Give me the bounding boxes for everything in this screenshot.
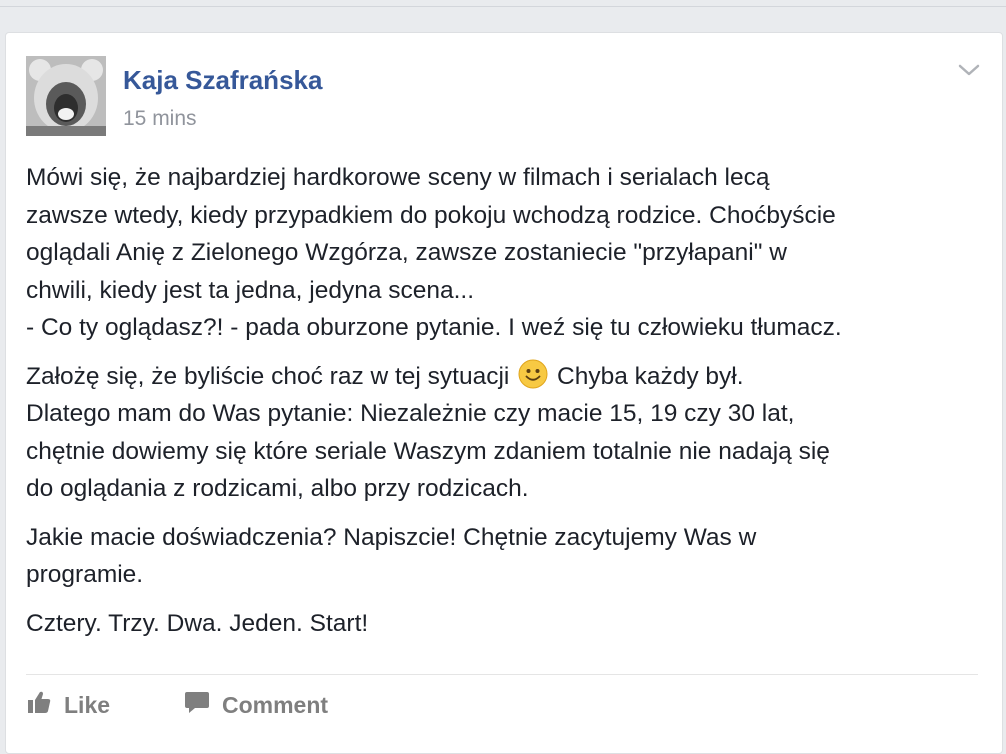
like-button[interactable]: Like <box>26 685 110 725</box>
chevron-down-icon[interactable] <box>956 59 982 81</box>
post-line: oglądali Anię z Zielonego Wzgórza, zawsz… <box>26 239 787 266</box>
post-line: chwili, kiedy jest ta jedna, jedyna scen… <box>26 276 475 304</box>
post-line-text: Chyba każdy był. <box>557 362 744 390</box>
post-line: chętnie dowiemy się które seriale Waszym… <box>26 437 830 465</box>
like-label: Like <box>64 691 111 718</box>
post-line: Mówi się, że najbardziej hardkorowe scen… <box>26 164 770 191</box>
post-paragraph: Cztery. Trzy. Dwa. Jeden. Start! <box>26 605 986 643</box>
actions-divider <box>26 674 978 675</box>
post-line: - Co ty oglądasz?! - pada oburzone pytan… <box>26 314 842 341</box>
post-paragraph: Jakie macie doświadczenia? Napiszcie! Ch… <box>26 519 986 594</box>
post-line: Cztery. Trzy. Dwa. Jeden. Start! <box>26 609 369 637</box>
post-paragraph: Mówi się, że najbardziej hardkorowe scen… <box>26 159 986 347</box>
post-body: Mówi się, że najbardziej hardkorowe scen… <box>26 159 986 653</box>
avatar[interactable] <box>26 56 106 136</box>
post-line: Założę się, że byliście choć raz w tej s… <box>26 358 986 396</box>
post-line: Jakie macie doświadczenia? Napiszcie! Ch… <box>26 523 757 551</box>
smiley-icon <box>518 359 548 389</box>
comment-button[interactable]: Comment <box>184 685 328 725</box>
post-line: programie. <box>26 561 144 588</box>
top-strip <box>0 0 1006 7</box>
post-timestamp[interactable]: 15 mins <box>123 107 197 131</box>
post-card: Kaja Szafrańska 15 mins Mówi się, że naj… <box>5 32 1003 754</box>
comment-label: Comment <box>222 691 329 718</box>
post-line: Dlatego mam do Was pytanie: Niezależnie … <box>26 400 795 427</box>
thumbs-up-icon <box>26 689 52 721</box>
post-line: do oglądania z rodzicami, albo przy rodz… <box>26 475 529 502</box>
comment-icon <box>184 689 210 721</box>
post-paragraph: Założę się, że byliście choć raz w tej s… <box>26 358 986 508</box>
post-line: zawsze wtedy, kiedy przypadkiem do pokoj… <box>26 201 836 229</box>
author-name[interactable]: Kaja Szafrańska <box>123 65 322 96</box>
avatar-image <box>26 56 106 136</box>
post-line-text: Założę się, że byliście choć raz w tej s… <box>26 362 510 390</box>
